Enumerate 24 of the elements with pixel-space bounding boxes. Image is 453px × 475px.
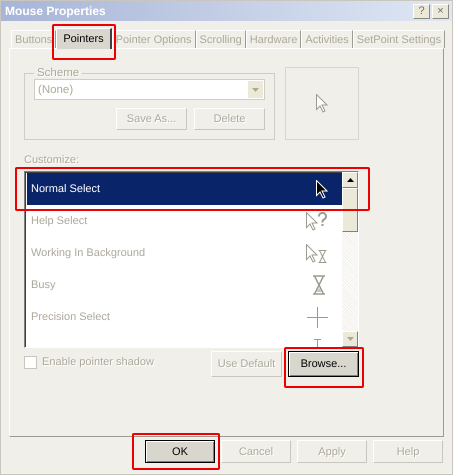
list-item[interactable]: Working In Background [27, 237, 342, 269]
item-label: Working In Background [31, 247, 146, 259]
tab[interactable]: Pointer Options [112, 30, 196, 48]
tab[interactable]: Buttons [11, 30, 56, 48]
list-item[interactable]: Busy [27, 269, 342, 301]
item-label: Normal Select [31, 183, 100, 195]
item-label: Busy [31, 279, 56, 291]
group-label: Scheme [36, 67, 80, 79]
help-button[interactable]: ? [413, 4, 430, 18]
tab[interactable]: Activities [301, 30, 353, 48]
tab[interactable]: Hardware [246, 30, 302, 48]
list-item[interactable]: Normal Select [27, 173, 342, 205]
dialog-button[interactable]: OK [145, 440, 215, 463]
window-title: Mouse Properties [5, 4, 106, 18]
tab[interactable]: SetPoint Settings [352, 30, 446, 48]
customize-label: Customize: [24, 154, 80, 167]
tab[interactable]: Pointers [56, 28, 112, 49]
list-item[interactable]: Precision Select [27, 301, 342, 333]
item-label: Precision Select [31, 311, 110, 323]
list-item[interactable]: Help Select [27, 205, 342, 237]
list-button[interactable]: Browse... [288, 351, 359, 377]
close-button[interactable]: × [432, 4, 449, 18]
tab[interactable]: Scrolling [196, 30, 246, 48]
item-label: Help Select [31, 215, 88, 227]
